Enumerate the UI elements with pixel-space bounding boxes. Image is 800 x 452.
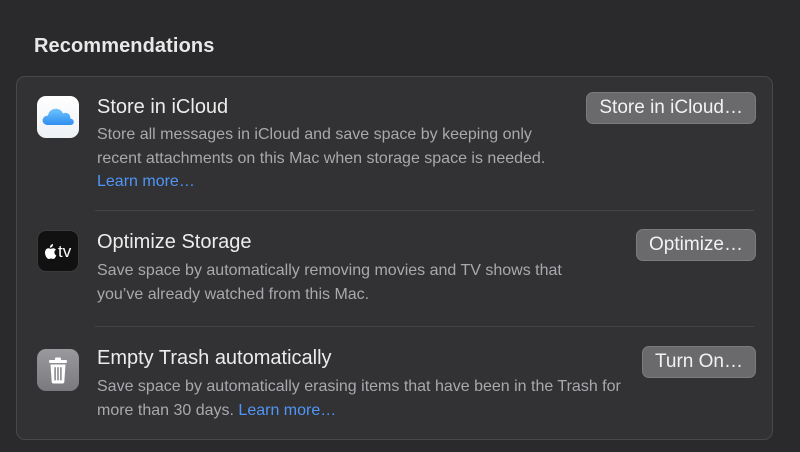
- trash-icon: [37, 349, 79, 391]
- learn-more-link[interactable]: Learn more…: [238, 402, 336, 419]
- learn-more-link[interactable]: Learn more…: [97, 173, 195, 190]
- tv-wordmark: tv: [58, 242, 72, 261]
- recommendation-description: Save space by automatically removing mov…: [97, 259, 577, 306]
- recommendation-icloud: Store in iCloud Store all messages in iC…: [17, 77, 772, 210]
- apple-tv-icon: tv: [37, 230, 79, 272]
- recommendation-title: Store in iCloud: [97, 96, 229, 118]
- recommendation-title: Optimize Storage: [97, 231, 252, 253]
- icloud-icon: [37, 96, 79, 138]
- section-title: Recommendations: [34, 35, 215, 57]
- turn-on-button[interactable]: Turn On…: [642, 346, 756, 378]
- optimize-button[interactable]: Optimize…: [636, 229, 756, 261]
- recommendation-empty-trash: Empty Trash automatically Save space by …: [17, 327, 772, 440]
- store-in-icloud-button[interactable]: Store in iCloud…: [586, 92, 756, 124]
- recommendation-description: Store all messages in iCloud and save sp…: [97, 123, 552, 194]
- description-text: Store all messages in iCloud and save sp…: [97, 126, 546, 167]
- recommendation-optimize-storage: tv Optimize Storage Save space by automa…: [17, 211, 772, 326]
- description-text: Save space by automatically removing mov…: [97, 262, 562, 303]
- recommendations-panel: Store in iCloud Store all messages in iC…: [16, 76, 773, 440]
- recommendation-description: Save space by automatically erasing item…: [97, 375, 637, 422]
- recommendation-title: Empty Trash automatically: [97, 347, 332, 369]
- description-text: Save space by automatically erasing item…: [97, 378, 621, 419]
